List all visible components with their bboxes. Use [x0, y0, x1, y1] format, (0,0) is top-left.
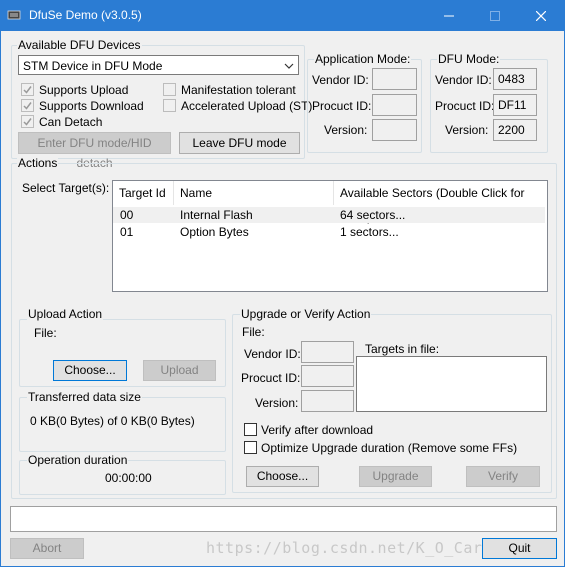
duration-label: Operation duration [27, 453, 129, 467]
optimize-upgrade-label: Optimize Upgrade duration (Remove some F… [261, 441, 518, 455]
app-icon [7, 10, 21, 20]
app-vendor-id-field [372, 68, 417, 90]
upgrade-product-id-label: Procuct ID: [241, 371, 301, 385]
accelerated-upload-label: Accelerated Upload (ST) [181, 99, 313, 113]
targets-list[interactable]: Target Id Name Available Sectors (Double… [112, 180, 548, 292]
target-row[interactable]: 00 Internal Flash 64 sectors... [113, 207, 545, 223]
application-mode-label: Application Mode: [314, 52, 412, 66]
quit-button[interactable]: Quit [482, 538, 557, 559]
app-product-id-label: Procuct ID: [312, 99, 372, 113]
dfu-product-id-label: Procuct ID: [435, 99, 495, 113]
upgrade-button[interactable]: Upgrade [359, 466, 432, 487]
upgrade-version-label: Version: [255, 396, 299, 410]
target-row[interactable]: 01 Option Bytes 1 sectors... [113, 224, 545, 240]
abort-button[interactable]: Abort [10, 538, 84, 559]
dfu-version-label: Version: [445, 123, 489, 137]
available-devices-label: Available DFU Devices [17, 38, 142, 52]
target-sectors-cell: 64 sectors... [340, 208, 406, 222]
upgrade-vendor-id-field [301, 341, 354, 363]
verify-button[interactable]: Verify [466, 466, 540, 487]
select-targets-label: Select Target(s): [22, 181, 110, 195]
actions-label: Actions [17, 156, 59, 170]
check-icon [23, 102, 32, 110]
supports-upload-label: Supports Upload [39, 83, 129, 97]
maximize-icon [490, 11, 500, 21]
app-vendor-id-label: Vendor ID: [312, 73, 369, 87]
close-icon [535, 10, 547, 22]
app-product-id-field [372, 94, 417, 116]
transferred-value: 0 KB(0 Bytes) of 0 KB(0 Bytes) [30, 414, 195, 428]
dfu-version-field: 2200 [493, 119, 537, 141]
dfu-product-id-field: DF11 [493, 94, 537, 116]
manifestation-tolerant-label: Manifestation tolerant [181, 83, 296, 97]
close-button[interactable] [518, 1, 564, 31]
column-name[interactable]: Name [174, 181, 334, 205]
minimize-icon [444, 15, 454, 17]
duration-value: 00:00:00 [105, 471, 152, 485]
upgrade-product-id-field [301, 365, 354, 387]
status-bar [10, 506, 557, 532]
upgrade-file-label: File: [242, 325, 265, 339]
supports-download-label: Supports Download [39, 99, 144, 113]
target-name-cell: Internal Flash [180, 208, 253, 222]
dfu-mode-label: DFU Mode: [437, 52, 501, 66]
upload-choose-button[interactable]: Choose... [53, 360, 127, 381]
upgrade-version-field [301, 390, 354, 412]
device-select[interactable]: STM Device in DFU Mode [18, 55, 299, 75]
verify-after-download-label: Verify after download [261, 423, 374, 437]
target-name-cell: Option Bytes [180, 225, 249, 239]
upgrade-label: Upgrade or Verify Action [240, 307, 372, 321]
check-icon [23, 86, 32, 94]
upload-action-label: Upload Action [27, 307, 104, 321]
device-select-value: STM Device in DFU Mode [23, 59, 163, 73]
enter-dfu-button[interactable]: Enter DFU mode/HID detach [18, 132, 171, 170]
upload-file-label: File: [34, 326, 57, 340]
check-icon [23, 118, 32, 126]
target-sectors-cell: 1 sectors... [340, 225, 399, 239]
minimize-button[interactable] [426, 1, 472, 31]
dfuse-window: DfuSe Demo (v3.0.5) Available DFU Device… [0, 0, 565, 567]
can-detach-label: Can Detach [39, 115, 103, 129]
transferred-label: Transferred data size [27, 390, 142, 404]
chevron-down-icon [284, 56, 294, 76]
column-available-sectors[interactable]: Available Sectors (Double Click for more… [334, 181, 547, 224]
dfu-vendor-id-field: 0483 [493, 68, 537, 90]
maximize-button[interactable] [472, 1, 518, 31]
target-id-cell: 00 [120, 208, 134, 222]
targets-in-file-list[interactable] [356, 356, 547, 412]
upgrade-vendor-id-label: Vendor ID: [244, 347, 301, 361]
app-version-field [372, 119, 417, 141]
target-id-cell: 01 [120, 225, 134, 239]
targets-in-file-label: Targets in file: [365, 342, 440, 356]
upload-button[interactable]: Upload [143, 360, 216, 381]
upgrade-choose-button[interactable]: Choose... [246, 466, 319, 487]
dfu-vendor-id-label: Vendor ID: [435, 73, 492, 87]
leave-dfu-button[interactable]: Leave DFU mode [179, 132, 300, 154]
app-version-label: Version: [324, 123, 368, 137]
window-title: DfuSe Demo (v3.0.5) [29, 8, 142, 22]
title-bar: DfuSe Demo (v3.0.5) [1, 1, 564, 31]
column-target-id[interactable]: Target Id [113, 181, 174, 205]
